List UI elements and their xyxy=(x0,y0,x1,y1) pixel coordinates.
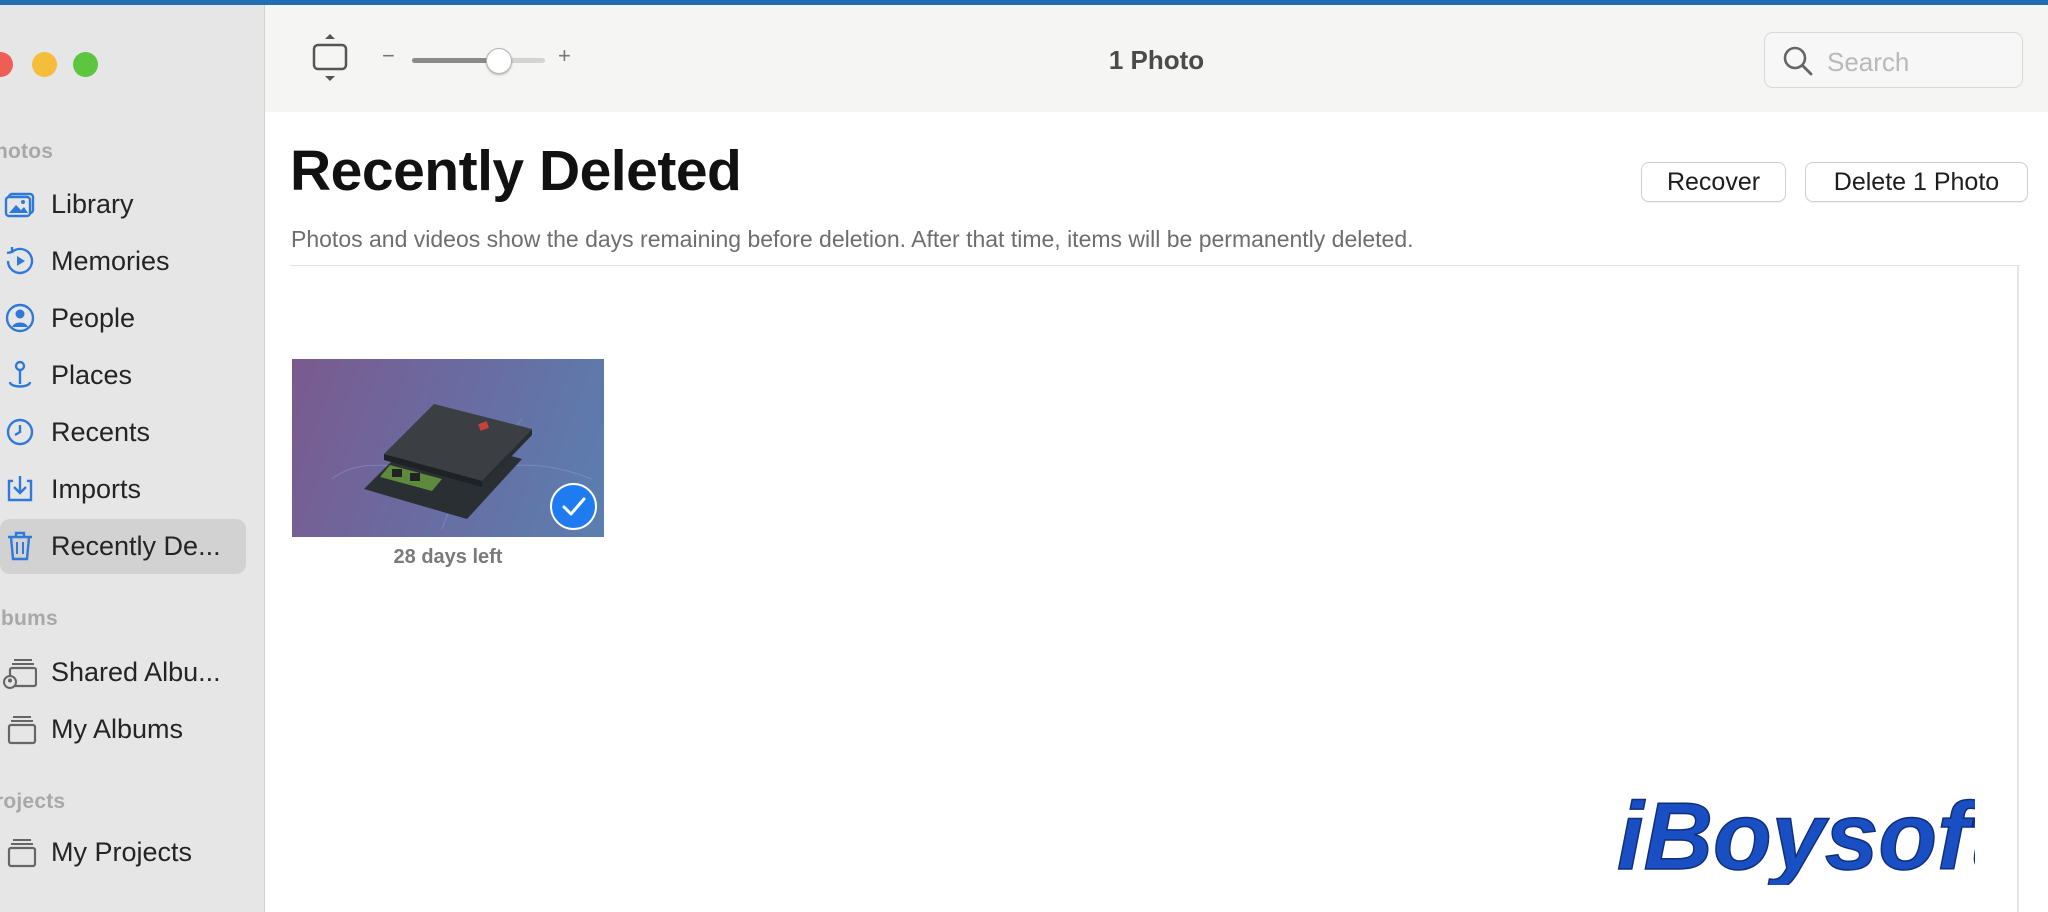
section-heading-albums[interactable]: lbums xyxy=(0,607,58,631)
sidebar-item-people[interactable]: People xyxy=(0,291,246,346)
sidebar-item-library[interactable]: Library xyxy=(0,177,246,232)
close-window-button[interactable] xyxy=(0,52,13,77)
selected-checkmark[interactable] xyxy=(550,483,597,530)
search-field[interactable]: Search xyxy=(1764,32,2023,88)
checkmark-icon xyxy=(562,497,586,516)
delete-photo-button[interactable]: Delete 1 Photo xyxy=(1805,162,2028,202)
toolbar: − + 1 Photo Search xyxy=(265,5,2048,112)
projects-stack-icon xyxy=(7,839,37,868)
sidebar-item-recents[interactable]: Recents xyxy=(0,405,246,460)
places-icon xyxy=(8,360,32,388)
sidebar-item-label: My Projects xyxy=(51,837,193,867)
sidebar-item-shared-albums[interactable]: Shared Albu... xyxy=(0,645,246,700)
sidebar-item-label: Places xyxy=(51,360,133,390)
sidebar-item-memories[interactable]: Memories xyxy=(0,234,246,289)
sidebar: hotos Library Memories People Places Rec… xyxy=(0,5,265,912)
page-title: Recently Deleted xyxy=(290,139,742,203)
svg-text:iBoysoft: iBoysoft xyxy=(1617,783,1975,885)
sidebar-item-my-projects[interactable]: My Projects xyxy=(0,825,246,880)
recover-button[interactable]: Recover xyxy=(1641,162,1786,202)
people-icon xyxy=(5,303,35,333)
sidebar-item-label: Memories xyxy=(51,246,170,276)
header-divider xyxy=(290,265,2020,266)
sidebar-item-label: Library xyxy=(51,189,134,219)
memories-icon xyxy=(6,247,34,275)
search-icon xyxy=(1783,46,1813,76)
sidebar-item-label: Recently De... xyxy=(51,531,221,561)
page-description: Photos and videos show the days remainin… xyxy=(291,226,1414,252)
sidebar-item-label: Shared Albu... xyxy=(51,657,221,687)
search-input[interactable]: Search xyxy=(1827,47,1909,78)
photo-thumbnail[interactable] xyxy=(292,359,604,537)
days-left-caption: 28 days left xyxy=(393,546,503,568)
shared-albums-icon xyxy=(3,659,37,689)
trash-icon xyxy=(8,531,32,561)
sidebar-item-my-albums[interactable]: My Albums xyxy=(0,702,246,757)
albums-stack-icon xyxy=(7,716,37,745)
sidebar-item-label: Imports xyxy=(51,474,142,504)
zoom-window-button[interactable] xyxy=(73,52,98,77)
sidebar-item-label: People xyxy=(51,303,136,333)
library-icon xyxy=(4,192,35,218)
sidebar-item-recently-deleted[interactable]: Recently De... xyxy=(0,519,246,574)
sidebar-item-places[interactable]: Places xyxy=(0,348,246,403)
section-heading-projects[interactable]: rojects xyxy=(0,790,65,814)
minimize-window-button[interactable] xyxy=(32,52,57,77)
iboysoft-watermark-logo: iBoysoft xyxy=(1616,782,1975,885)
scroll-area-edge xyxy=(2017,266,2019,912)
section-heading-photos[interactable]: hotos xyxy=(0,140,53,164)
sidebar-item-imports[interactable]: Imports xyxy=(0,462,246,517)
sidebar-item-label: Recents xyxy=(51,417,151,447)
sidebar-item-label: My Albums xyxy=(51,714,184,744)
imports-icon xyxy=(7,476,33,502)
recents-icon xyxy=(6,418,34,446)
